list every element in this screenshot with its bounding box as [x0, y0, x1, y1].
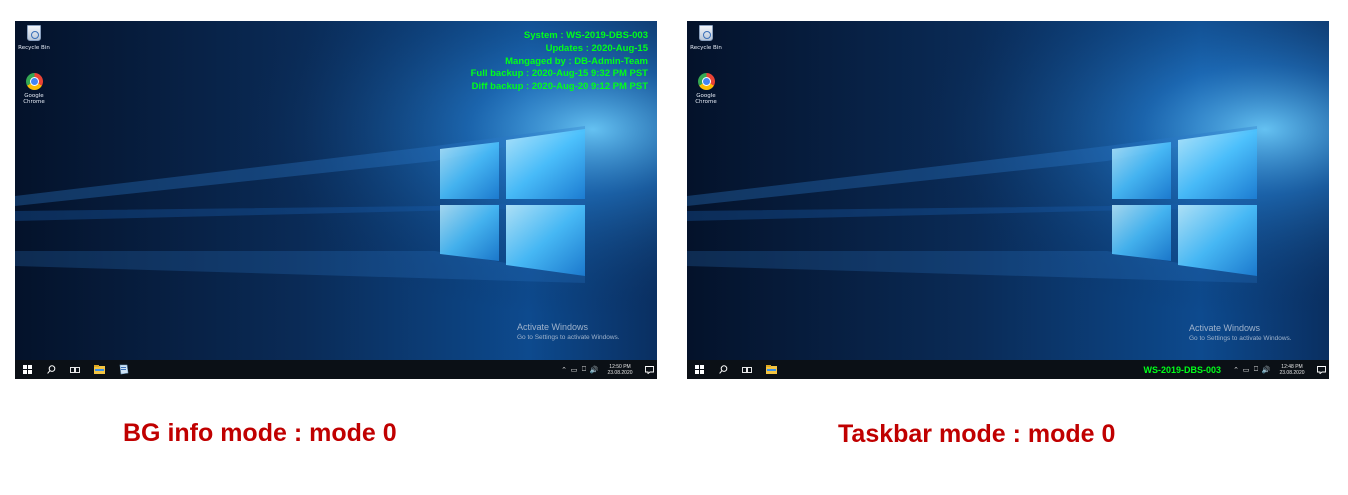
notification-button[interactable] [641, 360, 657, 379]
desktop-icon-google-chrome[interactable]: Google Chrome [688, 73, 724, 105]
bginfo-diff-backup: Diff backup : 2020-Aug-20 9:12 PM PST [471, 81, 648, 93]
task-view-icon [70, 366, 80, 373]
display-icon[interactable]: ▭ [569, 366, 579, 374]
activate-subtitle: Go to Settings to activate Windows. [1189, 335, 1292, 342]
recycle-bin-icon [699, 25, 713, 41]
display-icon[interactable]: ▭ [1241, 366, 1251, 374]
start-button[interactable] [15, 360, 39, 379]
network-icon[interactable]: ⎕ [1251, 365, 1261, 374]
bginfo-system: System : WS-2019-DBS-003 [523, 30, 648, 41]
task-view-button[interactable] [735, 360, 759, 379]
activate-windows-watermark: Activate Windows Go to Settings to activ… [1189, 323, 1292, 343]
bginfo-managed-by: Mangaged by : DB-Admin-Team [505, 55, 648, 67]
activate-title: Activate Windows [517, 322, 589, 332]
file-explorer-button[interactable] [87, 360, 111, 379]
desktop-icon-google-chrome[interactable]: Google Chrome [16, 73, 52, 105]
search-button[interactable] [39, 360, 63, 379]
notification-icon [644, 365, 654, 374]
bginfo-updates: Updates : 2020-Aug-15 [545, 42, 648, 54]
desktop-icon-label: Google Chrome [23, 93, 45, 105]
taskbar: WS-2019-DBS-003 ⌃ ▭ ⎕ 🔊 12:48 PM 23.08.2… [687, 360, 1329, 379]
desktop-icon-label: Recycle Bin [690, 45, 722, 51]
desktop-icon-recycle-bin[interactable]: Recycle Bin [688, 25, 724, 51]
network-icon[interactable]: ⎕ [579, 365, 589, 374]
system-clock[interactable]: 12:50 PM 23.08.2020 [602, 364, 638, 376]
search-icon [46, 365, 55, 374]
file-explorer-icon [765, 365, 777, 374]
server-manager-icon [119, 364, 128, 375]
file-explorer-button[interactable] [759, 360, 783, 379]
desktop-icon-recycle-bin[interactable]: Recycle Bin [16, 25, 52, 51]
desktop-icon-label: Google Chrome [695, 93, 717, 105]
start-button[interactable] [687, 360, 711, 379]
notification-icon [1316, 365, 1326, 374]
caption-bginfo-mode: BG info mode : mode 0 [123, 419, 397, 447]
bginfo-overlay: System : WS-2019-DBS-003 Updates : 2020-… [471, 30, 648, 94]
chrome-icon [26, 73, 43, 90]
windows-wallpaper [687, 21, 1329, 360]
file-explorer-icon [93, 365, 105, 374]
desktop-screenshot-bginfo: Recycle Bin Google Chrome System : WS-20… [15, 21, 657, 379]
start-icon [694, 365, 704, 374]
bginfo-full-backup: Full backup : 2020-Aug-15 9:32 PM PST [470, 68, 648, 80]
search-icon [718, 365, 727, 374]
taskbar-system-name: WS-2019-DBS-003 [1143, 364, 1221, 375]
caption-taskbar-mode: Taskbar mode : mode 0 [838, 420, 1116, 448]
chevron-up-icon[interactable]: ⌃ [1231, 366, 1241, 374]
chrome-icon [698, 73, 715, 90]
volume-icon[interactable]: 🔊 [1261, 366, 1271, 374]
recycle-bin-icon [27, 25, 41, 41]
clock-date: 23.08.2020 [607, 369, 633, 376]
search-button[interactable] [711, 360, 735, 379]
task-view-icon [742, 366, 752, 373]
activate-title: Activate Windows [1189, 323, 1261, 333]
volume-icon[interactable]: 🔊 [589, 366, 599, 374]
clock-date: 23.08.2020 [1279, 369, 1305, 376]
desktop-icon-label: Recycle Bin [18, 45, 50, 51]
system-clock[interactable]: 12:48 PM 23.08.2020 [1274, 364, 1310, 376]
activate-windows-watermark: Activate Windows Go to Settings to activ… [517, 322, 620, 342]
activate-subtitle: Go to Settings to activate Windows. [517, 334, 620, 341]
notification-button[interactable] [1313, 360, 1329, 379]
taskbar: ⌃ ▭ ⎕ 🔊 12:50 PM 23.08.2020 [15, 360, 657, 379]
task-view-button[interactable] [63, 360, 87, 379]
server-manager-button[interactable] [111, 360, 135, 379]
desktop-screenshot-taskbar: Recycle Bin Google Chrome Activate Windo… [687, 21, 1329, 379]
start-icon [22, 365, 32, 374]
chevron-up-icon[interactable]: ⌃ [559, 366, 569, 374]
